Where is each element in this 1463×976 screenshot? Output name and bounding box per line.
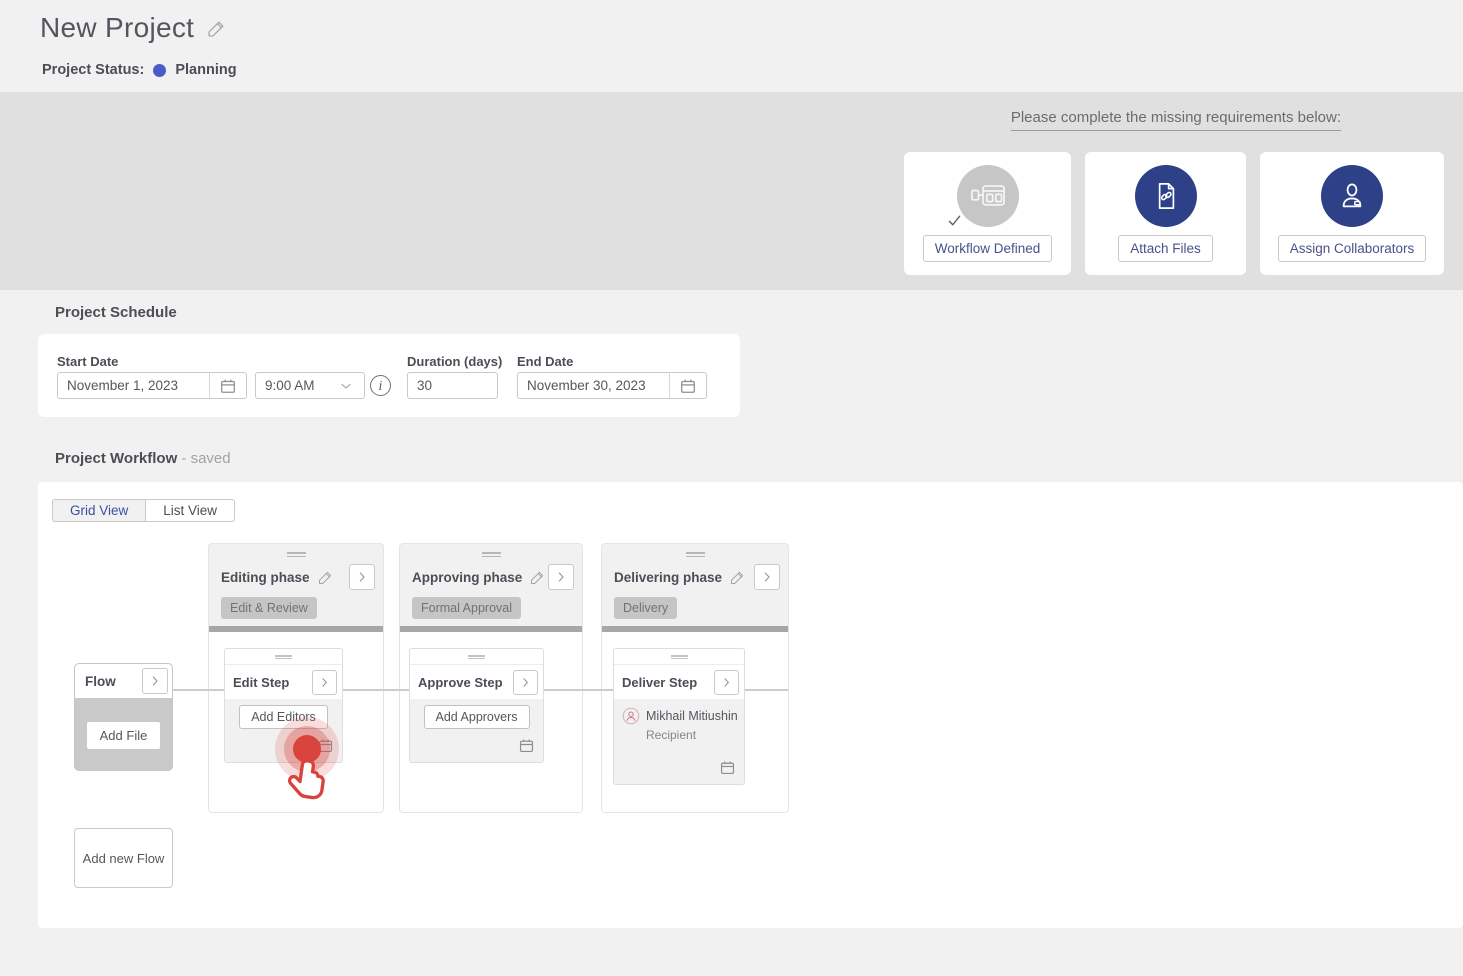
- step-body: Add Editors: [225, 699, 342, 762]
- add-approvers-button[interactable]: Add Approvers: [424, 705, 530, 729]
- duration-label: Duration (days): [407, 354, 502, 369]
- add-editors-button[interactable]: Add Editors: [239, 705, 328, 729]
- end-date-label: End Date: [517, 354, 573, 369]
- edit-title-pencil-icon[interactable]: [206, 18, 227, 39]
- requirement-card-assign-collaborators: Assign Collaborators: [1260, 152, 1444, 275]
- flow-node: Flow Add File: [74, 663, 173, 771]
- requirement-card-attach-files: Attach Files: [1085, 152, 1246, 275]
- phase-drag-handle[interactable]: [686, 552, 705, 557]
- phase-expand-chevron-icon[interactable]: [754, 564, 780, 590]
- requirement-cards: Workflow Defined Attach Files Assign Col…: [904, 152, 1444, 275]
- requirements-prompt: Please complete the missing requirements…: [1011, 109, 1341, 131]
- end-date-calendar-icon[interactable]: [669, 373, 706, 398]
- phase-title: Approving phase: [412, 570, 522, 585]
- start-date-label: Start Date: [57, 354, 118, 369]
- duration-input[interactable]: 30: [407, 372, 498, 399]
- tab-list-view[interactable]: List View: [145, 499, 235, 522]
- step-card-edit: Edit Step Add Editors: [224, 648, 343, 763]
- phase-drag-handle[interactable]: [287, 552, 306, 557]
- assignee-name: Mikhail Mitiushin: [646, 709, 738, 723]
- workflow-icon: [957, 165, 1019, 227]
- step-drag-handle[interactable]: [614, 649, 744, 665]
- flow-header: Flow: [75, 664, 172, 698]
- step-body: Mikhail Mitiushin Recipient: [614, 699, 744, 784]
- step-title: Approve Step: [418, 675, 503, 690]
- step-drag-handle[interactable]: [410, 649, 543, 665]
- assign-collaborators-icon: [1321, 165, 1383, 227]
- edit-phase-pencil-icon[interactable]: [317, 569, 334, 586]
- requirement-card-workflow: Workflow Defined: [904, 152, 1071, 275]
- project-status-value: Planning: [175, 62, 236, 78]
- phase-expand-chevron-icon[interactable]: [349, 564, 375, 590]
- schedule-info-icon[interactable]: i: [370, 375, 391, 396]
- assignee-role: Recipient: [646, 728, 736, 742]
- workflow-defined-button[interactable]: Workflow Defined: [923, 235, 1053, 262]
- project-schedule-heading: Project Schedule: [55, 304, 177, 321]
- phase-tag: Formal Approval: [412, 597, 521, 619]
- project-schedule-card: Start Date Duration (days) End Date Nove…: [38, 334, 740, 417]
- phase-tag: Delivery: [614, 597, 677, 619]
- assignee-avatar-icon: [622, 707, 640, 725]
- flow-expand-chevron-icon[interactable]: [142, 668, 168, 694]
- end-date-value: November 30, 2023: [518, 378, 646, 393]
- step-card-approve: Approve Step Add Approvers: [409, 648, 544, 763]
- phase-expand-chevron-icon[interactable]: [548, 564, 574, 590]
- checkmark-icon: [946, 212, 963, 234]
- workflow-saved-note: - saved: [181, 450, 230, 467]
- end-date-input[interactable]: November 30, 2023: [517, 372, 707, 399]
- step-card-deliver: Deliver Step Mikhail Mitiushin Recipient: [613, 648, 745, 785]
- status-dot: [153, 64, 166, 77]
- page-title: New Project: [40, 12, 194, 44]
- tab-grid-view[interactable]: Grid View: [52, 499, 145, 522]
- step-expand-chevron-icon[interactable]: [513, 670, 538, 695]
- requirements-banner: Please complete the missing requirements…: [0, 92, 1463, 290]
- attach-files-button[interactable]: Attach Files: [1118, 235, 1213, 262]
- attach-file-icon: [1135, 165, 1197, 227]
- step-body: Add Approvers: [410, 699, 543, 762]
- flow-body: Add File: [75, 698, 172, 771]
- step-expand-chevron-icon[interactable]: [312, 670, 337, 695]
- chevron-down-icon: [338, 378, 364, 394]
- step-title: Deliver Step: [622, 675, 697, 690]
- phase-title: Editing phase: [221, 570, 310, 585]
- step-drag-handle[interactable]: [225, 649, 342, 665]
- edit-phase-pencil-icon[interactable]: [729, 569, 746, 586]
- step-expand-chevron-icon[interactable]: [714, 670, 739, 695]
- start-date-input[interactable]: November 1, 2023: [57, 372, 247, 399]
- start-date-calendar-icon[interactable]: [209, 373, 246, 398]
- add-file-button[interactable]: Add File: [87, 722, 161, 749]
- edit-phase-pencil-icon[interactable]: [529, 569, 546, 586]
- flow-title: Flow: [85, 674, 116, 689]
- phase-tag: Edit & Review: [221, 597, 317, 619]
- phase-drag-handle[interactable]: [482, 552, 501, 557]
- phase-title: Delivering phase: [614, 570, 722, 585]
- add-new-flow-button[interactable]: Add new Flow: [74, 828, 173, 888]
- start-time-value: 9:00 AM: [256, 378, 315, 393]
- workflow-panel: Grid View List View Flow Add File Editin…: [38, 482, 1463, 928]
- duration-value: 30: [408, 378, 432, 393]
- step-calendar-icon[interactable]: [317, 737, 334, 754]
- workflow-heading-text: Project Workflow: [55, 450, 177, 467]
- step-title: Edit Step: [233, 675, 289, 690]
- start-time-select[interactable]: 9:00 AM: [255, 372, 365, 399]
- start-date-value: November 1, 2023: [58, 378, 178, 393]
- step-calendar-icon[interactable]: [719, 759, 736, 776]
- assign-collaborators-button[interactable]: Assign Collaborators: [1278, 235, 1427, 262]
- view-tabs: Grid View List View: [52, 499, 235, 522]
- project-page: New Project Project Status: Planning Ple…: [0, 0, 1463, 976]
- project-workflow-heading: Project Workflow - saved: [55, 450, 231, 467]
- project-status-label: Project Status:: [42, 62, 144, 78]
- step-calendar-icon[interactable]: [518, 737, 535, 754]
